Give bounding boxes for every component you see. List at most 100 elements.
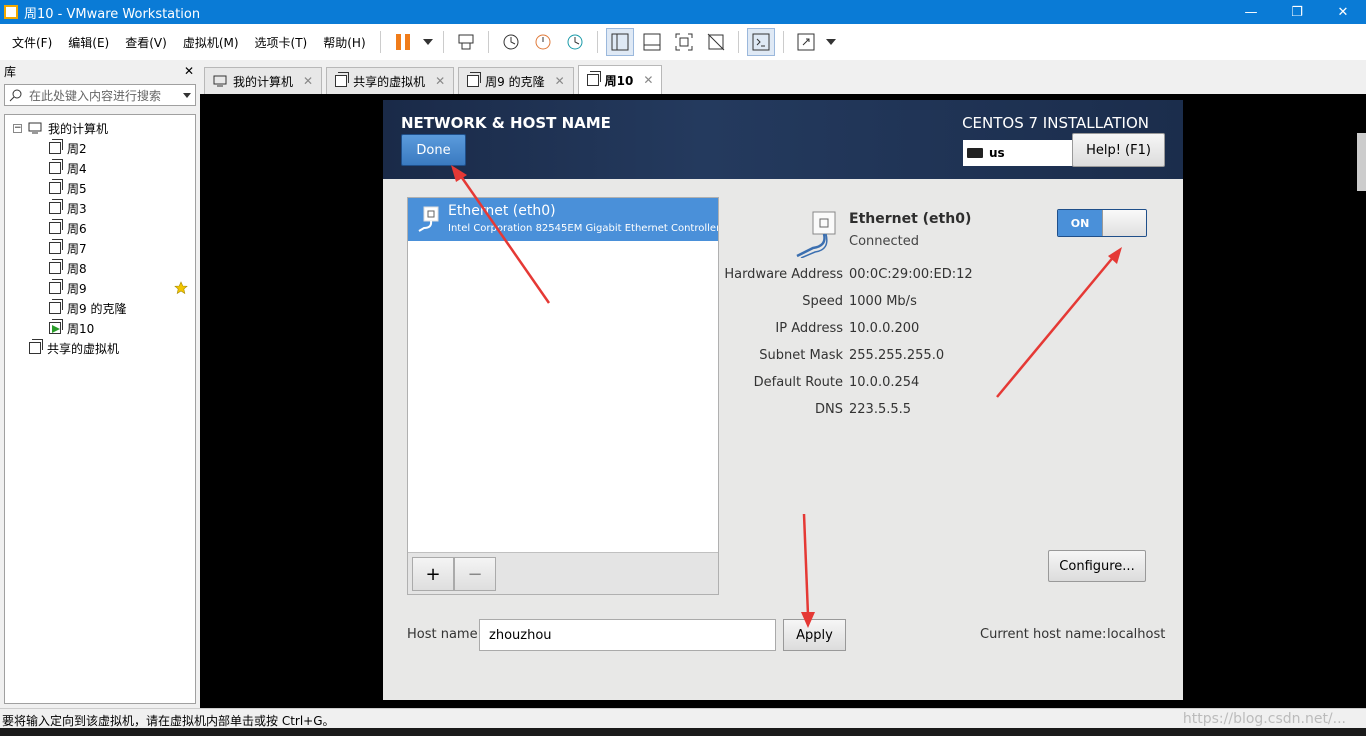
done-button[interactable]: Done — [401, 134, 466, 166]
tab-vm-active[interactable]: 周10 ✕ — [577, 65, 663, 94]
prop-hardware-address: Hardware Address 00:0C:29:00:ED:12 — [724, 267, 973, 282]
vm-icon — [49, 179, 63, 194]
library-panel: 库 ✕ 在此处键入内容进行搜索 − 我的计算机 周2 周4 周5 周3 周6 周… — [0, 60, 200, 708]
menu-tabs[interactable]: 选项卡(T) — [247, 34, 316, 51]
thumbnail-bar-icon[interactable] — [638, 28, 666, 56]
show-library-icon[interactable] — [605, 28, 634, 56]
menu-file[interactable]: 文件(F) — [4, 34, 60, 51]
product-title: CENTOS 7 INSTALLATION — [962, 114, 1149, 132]
vmware-icon — [4, 5, 18, 19]
tree-item-my-computer[interactable]: − 我的计算机 — [5, 118, 195, 138]
prop-ip-address: IP Address 10.0.0.200 — [775, 321, 920, 336]
tab-clone[interactable]: 周9 的克隆 ✕ — [458, 67, 574, 94]
tab-close-icon[interactable]: ✕ — [303, 74, 313, 88]
interface-list: Ethernet (eth0) Intel Corporation 82545E… — [407, 197, 719, 595]
restore-button[interactable]: ❐ — [1274, 0, 1320, 24]
host-name-input[interactable]: zhouzhou — [479, 619, 776, 651]
keyboard-icon — [967, 148, 983, 158]
library-close-icon[interactable]: ✕ — [184, 64, 194, 78]
tree-item-vm[interactable]: 周9 — [5, 278, 195, 298]
tree-item-vm[interactable]: 周6 — [5, 218, 195, 238]
apply-button[interactable]: Apply — [783, 619, 846, 651]
revert-snapshot-icon[interactable] — [529, 28, 557, 56]
connection-toggle[interactable]: ON — [1057, 209, 1147, 237]
pause-icon[interactable] — [389, 28, 417, 56]
shared-vm-icon — [29, 339, 43, 354]
tab-close-icon[interactable]: ✕ — [555, 74, 565, 88]
remove-interface-button[interactable]: − — [454, 557, 496, 591]
help-button[interactable]: Help! (F1) — [1072, 133, 1165, 167]
prop-default-route: Default Route 10.0.0.254 — [753, 375, 920, 390]
tree-item-vm-running[interactable]: 周10 — [5, 318, 195, 338]
vm-icon — [49, 139, 63, 154]
tab-my-computer[interactable]: 我的计算机 ✕ — [204, 67, 323, 94]
menu-view[interactable]: 查看(V) — [117, 34, 175, 51]
tree-item-vm[interactable]: 周2 — [5, 138, 195, 158]
tab-close-icon[interactable]: ✕ — [643, 73, 653, 87]
current-host-label: Current host name: — [980, 627, 1107, 642]
computer-icon — [28, 122, 42, 134]
tree-item-vm[interactable]: 周4 — [5, 158, 195, 178]
host-name-label: Host name: — [407, 627, 482, 642]
stretch-dropdown-icon[interactable] — [824, 28, 838, 56]
vm-icon — [467, 72, 482, 87]
vm-running-icon — [49, 319, 63, 334]
prop-subnet-mask: Subnet Mask 255.255.255.0 — [759, 348, 945, 363]
add-interface-button[interactable]: + — [412, 557, 454, 591]
close-button[interactable]: ✕ — [1320, 0, 1366, 24]
vm-icon — [49, 159, 63, 174]
stretch-guest-icon[interactable] — [792, 28, 820, 56]
watermark: https://blog.csdn.net/... — [1182, 711, 1346, 727]
tree-item-vm[interactable]: 周8 — [5, 258, 195, 278]
menu-bar: 文件(F) 编辑(E) 查看(V) 虚拟机(M) 选项卡(T) 帮助(H) — [0, 24, 1366, 60]
snapshot-icon[interactable] — [497, 28, 525, 56]
interface-item-eth0[interactable]: Ethernet (eth0) Intel Corporation 82545E… — [408, 198, 718, 241]
send-ctrl-alt-del-icon[interactable] — [452, 28, 480, 56]
interface-description: Intel Corporation 82545EM Gigabit Ethern… — [448, 223, 718, 234]
vm-icon — [49, 199, 63, 214]
tree-item-shared-vms[interactable]: 共享的虚拟机 — [5, 338, 195, 358]
tree-item-vm[interactable]: 周3 — [5, 198, 195, 218]
device-status: Connected — [849, 234, 920, 249]
vm-icon — [49, 219, 63, 234]
tree-item-vm[interactable]: 周7 — [5, 238, 195, 258]
minimize-button[interactable]: — — [1228, 0, 1274, 24]
search-input[interactable]: 在此处键入内容进行搜索 — [29, 87, 183, 104]
console-view-icon[interactable] — [746, 28, 775, 56]
tree-item-vm[interactable]: 周5 — [5, 178, 195, 198]
tab-close-icon[interactable]: ✕ — [435, 74, 445, 88]
menu-edit[interactable]: 编辑(E) — [60, 34, 117, 51]
title-bar: 周10 - VMware Workstation — ❐ ✕ — [0, 0, 1366, 24]
vm-icon — [49, 259, 63, 274]
window-title: 周10 - VMware Workstation — [24, 6, 201, 22]
menu-help[interactable]: 帮助(H) — [315, 34, 373, 51]
snapshot-manager-icon[interactable] — [561, 28, 589, 56]
configure-button[interactable]: Configure... — [1048, 550, 1146, 582]
full-screen-icon[interactable] — [670, 28, 698, 56]
prop-dns: DNS 223.5.5.5 — [815, 402, 912, 417]
vm-running-icon — [586, 71, 601, 86]
power-dropdown-icon[interactable] — [421, 28, 435, 56]
tree-item-vm[interactable]: 周9 的克隆 — [5, 298, 195, 318]
device-name: Ethernet (eth0) — [849, 211, 972, 227]
keyboard-layout[interactable]: us — [963, 140, 1073, 166]
vm-icon — [49, 239, 63, 254]
search-dropdown-icon[interactable] — [183, 92, 191, 98]
vm-scrollbar[interactable] — [1357, 133, 1366, 191]
shared-vm-icon — [335, 72, 350, 87]
collapse-icon[interactable]: − — [13, 123, 22, 133]
centos-installer: NETWORK & HOST NAME Done CENTOS 7 INSTAL… — [383, 100, 1183, 700]
menu-vm[interactable]: 虚拟机(M) — [175, 34, 247, 51]
prop-speed: Speed 1000 Mb/s — [802, 294, 917, 309]
taskbar-strip — [0, 728, 1366, 736]
section-title: NETWORK & HOST NAME — [401, 114, 611, 132]
search-icon — [9, 89, 22, 102]
installer-header: NETWORK & HOST NAME Done CENTOS 7 INSTAL… — [383, 100, 1183, 179]
computer-icon — [213, 75, 227, 87]
vm-tree: − 我的计算机 周2 周4 周5 周3 周6 周7 周8 周9 周9 的克隆 周… — [4, 114, 196, 704]
unity-icon[interactable] — [702, 28, 730, 56]
tab-shared-vms[interactable]: 共享的虚拟机 ✕ — [326, 67, 455, 94]
status-message: 要将输入定向到该虚拟机，请在虚拟机内部单击或按 Ctrl+G。 — [2, 714, 335, 728]
library-search[interactable]: 在此处键入内容进行搜索 — [4, 84, 196, 106]
vm-icon — [49, 299, 63, 314]
